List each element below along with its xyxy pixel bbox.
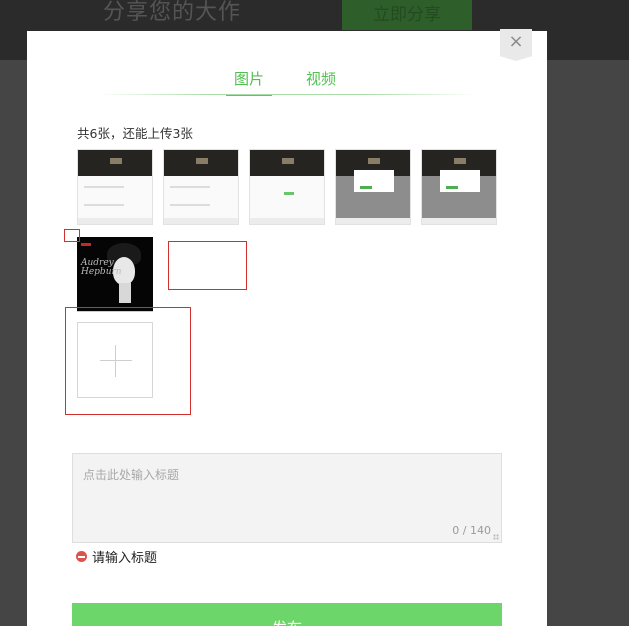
title-input-container: 0 / 140: [72, 453, 502, 543]
uploaded-image-thumbnail[interactable]: [163, 149, 239, 225]
uploaded-portrait-thumbnail[interactable]: Audrey Hepburn: [77, 237, 153, 311]
media-tabs: 图片 视频: [226, 68, 344, 96]
upload-count-text: 共6张，还能上传3张: [77, 126, 193, 141]
error-minus-icon: [76, 551, 87, 562]
close-button[interactable]: ×: [500, 29, 532, 61]
uploaded-image-thumbnail[interactable]: [421, 149, 497, 225]
highlight-box: [64, 229, 80, 242]
close-icon: ×: [508, 31, 524, 52]
tab-videos[interactable]: 视频: [298, 68, 344, 96]
char-counter: 0 / 140: [452, 524, 491, 537]
uploaded-image-thumbnail[interactable]: [249, 149, 325, 225]
tab-images[interactable]: 图片: [226, 68, 273, 96]
plus-icon: [100, 360, 132, 361]
error-text: 请输入标题: [92, 551, 158, 566]
title-input[interactable]: [73, 454, 501, 542]
resize-handle-icon[interactable]: [493, 534, 499, 540]
upload-modal: × 图片 视频 共6张，还能上传3张 Audrey Hepburn 点击此处输入…: [27, 29, 547, 626]
highlight-box: [168, 241, 247, 290]
uploaded-image-thumbnail[interactable]: [335, 149, 411, 225]
background-share-button: 立即分享: [342, 0, 472, 30]
uploaded-image-thumbnail[interactable]: [77, 149, 153, 225]
tab-divider: [97, 94, 477, 95]
error-message: 请输入标题: [76, 547, 157, 566]
add-image-button[interactable]: [77, 322, 153, 398]
background-title: 分享您的大作: [103, 0, 242, 25]
publish-button[interactable]: 发布: [72, 603, 502, 626]
